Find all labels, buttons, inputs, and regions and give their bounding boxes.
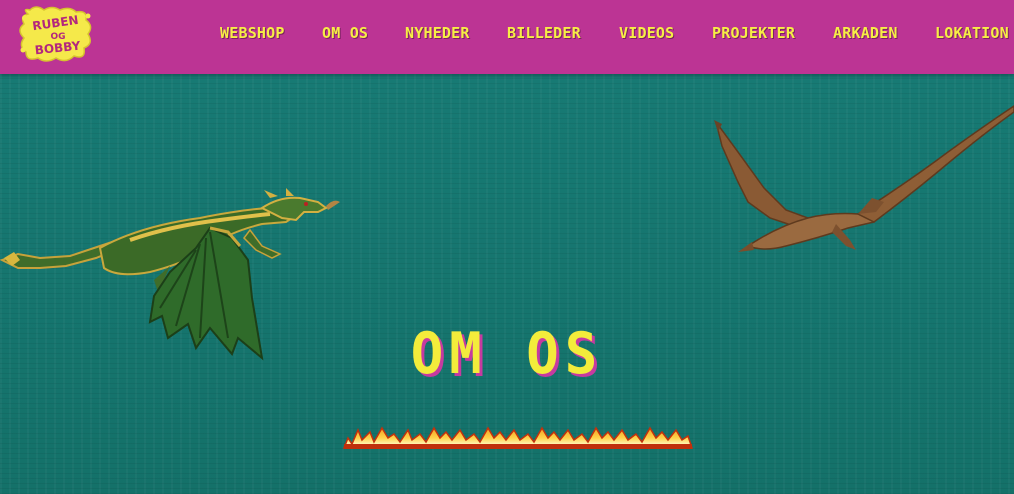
page-title: OM OS xyxy=(410,320,604,387)
top-navigation-bar: RUBEN OG BOBBY WEBSHOP OM OS NYHEDER BIL… xyxy=(0,0,1014,74)
nav-link-billeder[interactable]: BILLEDER xyxy=(507,24,581,42)
main-menu: WEBSHOP OM OS NYHEDER BILLEDER VIDEOS PR… xyxy=(0,24,1014,46)
nav-link-nyheder[interactable]: NYHEDER xyxy=(405,24,470,42)
nav-link-arkaden[interactable]: ARKADEN xyxy=(833,24,898,42)
nav-link-webshop[interactable]: WEBSHOP xyxy=(220,24,285,42)
nav-link-projekter[interactable]: PROJEKTER xyxy=(712,24,795,42)
fire-divider xyxy=(342,426,694,449)
brown-pterodactyl-image xyxy=(714,105,1014,252)
nav-link-lokation[interactable]: LOKATION xyxy=(935,24,1009,42)
nav-link-om-os[interactable]: OM OS xyxy=(322,24,368,42)
nav-link-videos[interactable]: VIDEOS xyxy=(619,24,674,42)
